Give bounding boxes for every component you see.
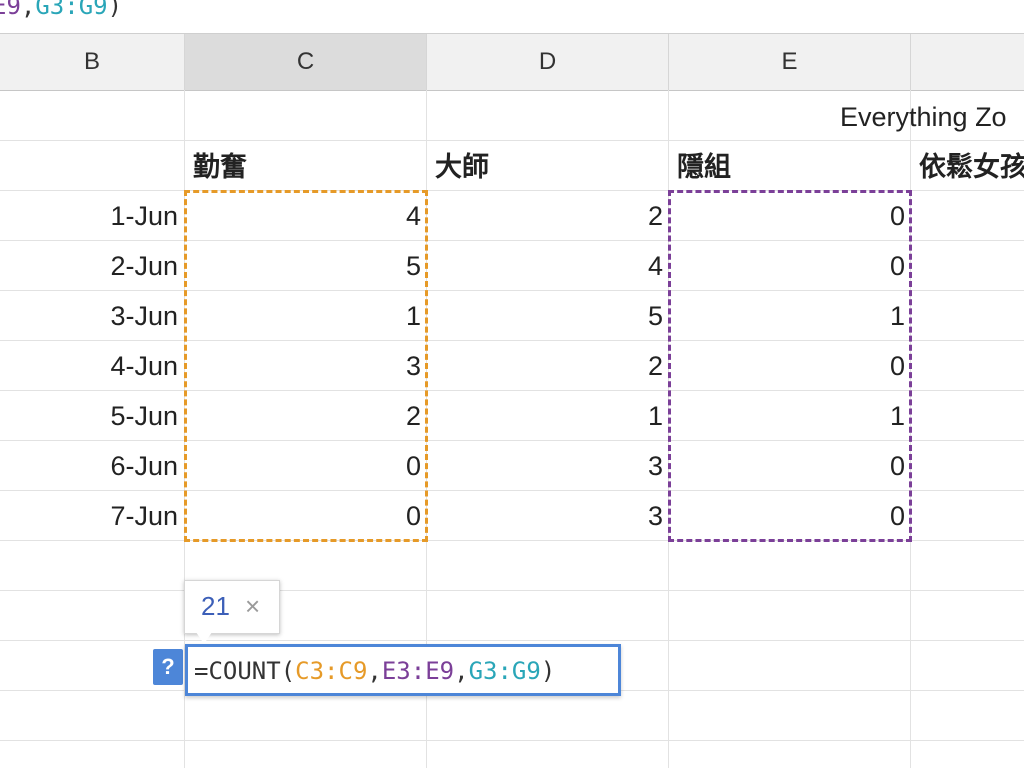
sheet-title-cell[interactable]: Everything Zo [840,92,1024,142]
header-cell-f[interactable]: 依鬆女孩 [911,142,1024,192]
cell-editor[interactable]: =COUNT(C3:C9,E3:E9,G3:G9) [185,644,621,696]
formula-close-paren: ) [540,657,556,685]
value-cell-d[interactable]: 2 [427,191,669,241]
date-cell[interactable]: 2-Jun [0,241,184,291]
formula-result-tooltip: 21 × [184,580,280,634]
date-cell[interactable]: 5-Jun [0,391,184,441]
formula-function: =COUNT( [194,657,296,685]
range-highlight-e3-e9 [668,190,912,542]
grid-line [0,590,1024,591]
column-header-f[interactable] [911,34,1024,90]
date-cell[interactable]: 4-Jun [0,341,184,391]
formula-ref-e: E9 [0,0,21,20]
column-header-d[interactable]: D [427,34,669,90]
value-cell-d[interactable]: 2 [427,341,669,391]
formula-ref-g: G3:G9 [468,657,541,685]
formula-comma: , [20,0,36,20]
date-cell[interactable]: 6-Jun [0,441,184,491]
grid-line [0,740,1024,741]
header-cell-e[interactable]: 隱組 [669,142,911,192]
value-cell-d[interactable]: 4 [427,241,669,291]
date-cell[interactable]: 1-Jun [0,191,184,241]
close-icon[interactable]: × [245,591,260,622]
grid-line [0,640,1024,641]
tooltip-result-value: 21 [201,591,230,621]
formula-bar[interactable]: E9,G3:G9) [0,0,1024,32]
formula-ref-c: C3:C9 [295,657,368,685]
header-cell-d[interactable]: 大師 [427,142,669,192]
date-cell[interactable]: 3-Jun [0,291,184,341]
formula-comma: , [454,657,469,685]
value-cell-d[interactable]: 3 [427,491,669,541]
formula-ref-g: G3:G9 [35,0,108,20]
value-cell-d[interactable]: 1 [427,391,669,441]
formula-comma: , [367,657,382,685]
column-header-e[interactable]: E [669,34,911,90]
range-highlight-c3-c9 [184,190,428,542]
value-cell-d[interactable]: 5 [427,291,669,341]
help-icon[interactable]: ? [153,649,183,685]
column-header-c[interactable]: C [185,34,427,90]
column-header-b[interactable]: B [0,34,185,90]
formula-bar-text: E9,G3:G9) [0,0,122,20]
column-header-row: B C D E [0,33,1024,91]
header-cell-c[interactable]: 勤奮 [185,142,427,192]
formula-ref-e: E3:E9 [381,657,455,685]
formula-close-paren: ) [107,0,123,20]
cell-editor-formula: =COUNT(C3:C9,E3:E9,G3:G9) [194,653,555,689]
tooltip-pointer [196,632,212,644]
value-cell-d[interactable]: 3 [427,441,669,491]
date-cell[interactable]: 7-Jun [0,491,184,541]
